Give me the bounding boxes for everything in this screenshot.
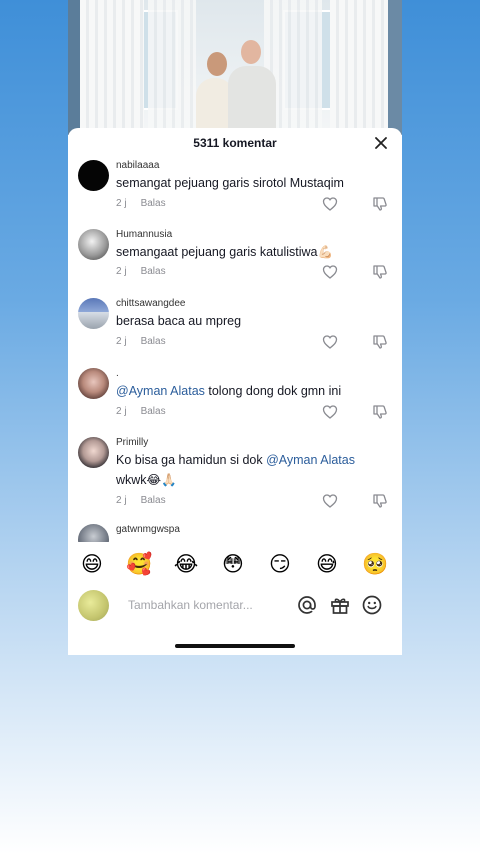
comment-username[interactable]: Humannusia	[116, 229, 172, 240]
comment-text: semangat pejuang garis sirotol Mustaqim	[116, 176, 344, 190]
like-button[interactable]	[322, 264, 338, 280]
thumbs-down-icon	[373, 265, 387, 279]
comment-username[interactable]: gatwnmgwspa	[116, 524, 180, 535]
emoji-picker-button[interactable]	[361, 594, 383, 616]
video-person	[228, 66, 276, 135]
heart-outline-icon	[322, 405, 338, 419]
comment-text-body: Ko bisa ga hamidun si dok	[116, 453, 267, 467]
video-curtain	[148, 0, 196, 135]
comment-input[interactable]	[128, 594, 298, 616]
emoji-button[interactable]: 😂	[173, 552, 199, 578]
emoji-button[interactable]: 🥰	[126, 552, 152, 578]
comment-time: 2 j	[116, 198, 127, 209]
emoji-quick-bar: 😄 🥰 😂 😳 😏 😅 🥺	[68, 548, 402, 582]
comments-sheet: 5311 komentar nabilaaaa semangat pejuang…	[68, 128, 402, 655]
home-indicator[interactable]	[175, 644, 295, 648]
like-button[interactable]	[322, 334, 338, 350]
thumbs-down-icon	[373, 405, 387, 419]
reply-button[interactable]: Balas	[141, 495, 166, 506]
comment-meta: 2 j Balas	[116, 336, 166, 347]
close-icon	[375, 137, 387, 149]
comment-meta: 2 j Balas	[116, 266, 166, 277]
avatar[interactable]	[78, 590, 109, 621]
thumbs-down-icon	[373, 335, 387, 349]
reply-button[interactable]: Balas	[141, 266, 166, 277]
dislike-button[interactable]	[372, 264, 388, 280]
heart-outline-icon	[322, 265, 338, 279]
dislike-button[interactable]	[372, 196, 388, 212]
comment-time: 2 j	[116, 266, 127, 277]
avatar[interactable]	[78, 229, 109, 260]
dislike-button[interactable]	[372, 404, 388, 420]
avatar[interactable]	[78, 368, 109, 399]
smiley-icon	[362, 595, 382, 615]
mention-link[interactable]: @Ayman Alatas	[266, 453, 355, 467]
video-person-head	[241, 40, 261, 64]
dislike-button[interactable]	[372, 493, 388, 509]
emoji-button[interactable]: 😅	[314, 552, 340, 578]
thumbs-down-icon	[373, 494, 387, 508]
comment-meta: 2 j Balas	[116, 406, 166, 417]
gift-button[interactable]	[329, 594, 351, 616]
comment-username[interactable]: nabilaaaa	[116, 160, 159, 171]
comment-username[interactable]: .	[116, 368, 119, 379]
comment-meta: 2 j Balas	[116, 198, 166, 209]
reply-button[interactable]: Balas	[141, 198, 166, 209]
emoji-button[interactable]: 😏	[267, 552, 293, 578]
comment-time: 2 j	[116, 336, 127, 347]
video-person-head	[207, 52, 227, 76]
at-icon	[298, 596, 316, 614]
gift-icon	[331, 598, 349, 614]
video-background[interactable]	[68, 0, 402, 135]
comments-list[interactable]: nabilaaaa semangat pejuang garis sirotol…	[68, 160, 402, 542]
avatar[interactable]	[78, 160, 109, 191]
like-button[interactable]	[322, 196, 338, 212]
comment-input-bar	[68, 586, 402, 626]
comment-text: Ko bisa ga hamidun si dok @Ayman Alatas w…	[116, 450, 366, 490]
comment-text-body: tolong dong dok gmn ini	[204, 384, 342, 398]
comment-text-body: wkwk😂🙏🏻	[116, 473, 177, 487]
like-button[interactable]	[322, 493, 338, 509]
comment-text: berasa baca au mpreg	[116, 314, 242, 328]
mention-link[interactable]: @Ayman Alatas	[116, 384, 205, 398]
comment-time: 2 j	[116, 495, 127, 506]
phone-screen: 5311 komentar nabilaaaa semangat pejuang…	[68, 0, 402, 655]
comment-count-title: 5311 komentar	[193, 136, 277, 150]
heart-outline-icon	[322, 335, 338, 349]
emoji-button[interactable]: 😄	[79, 552, 105, 578]
avatar[interactable]	[78, 524, 109, 542]
emoji-button[interactable]: 🥺	[362, 552, 388, 578]
video-curtain	[330, 0, 388, 135]
emoji-button[interactable]: 😳	[220, 552, 246, 578]
comment-time: 2 j	[116, 406, 127, 417]
reply-button[interactable]: Balas	[141, 336, 166, 347]
mention-button[interactable]	[296, 594, 318, 616]
video-edge-right	[388, 0, 402, 135]
sheet-header: 5311 komentar	[68, 128, 402, 160]
dislike-button[interactable]	[372, 334, 388, 350]
heart-outline-icon	[322, 197, 338, 211]
comment-meta: 2 j Balas	[116, 495, 166, 506]
video-curtain	[80, 0, 144, 135]
heart-outline-icon	[322, 494, 338, 508]
comment-username[interactable]: Primilly	[116, 437, 148, 448]
video-edge-left	[68, 0, 80, 135]
comment-username[interactable]: chittsawangdee	[116, 298, 186, 309]
avatar[interactable]	[78, 437, 109, 468]
reply-button[interactable]: Balas	[141, 406, 166, 417]
close-button[interactable]	[372, 134, 390, 152]
comment-text: @Ayman Alatas tolong dong dok gmn ini	[116, 381, 366, 401]
like-button[interactable]	[322, 404, 338, 420]
comment-text: semangaat pejuang garis katulistiwa💪🏻	[116, 245, 334, 259]
avatar[interactable]	[78, 298, 109, 329]
thumbs-down-icon	[373, 197, 387, 211]
